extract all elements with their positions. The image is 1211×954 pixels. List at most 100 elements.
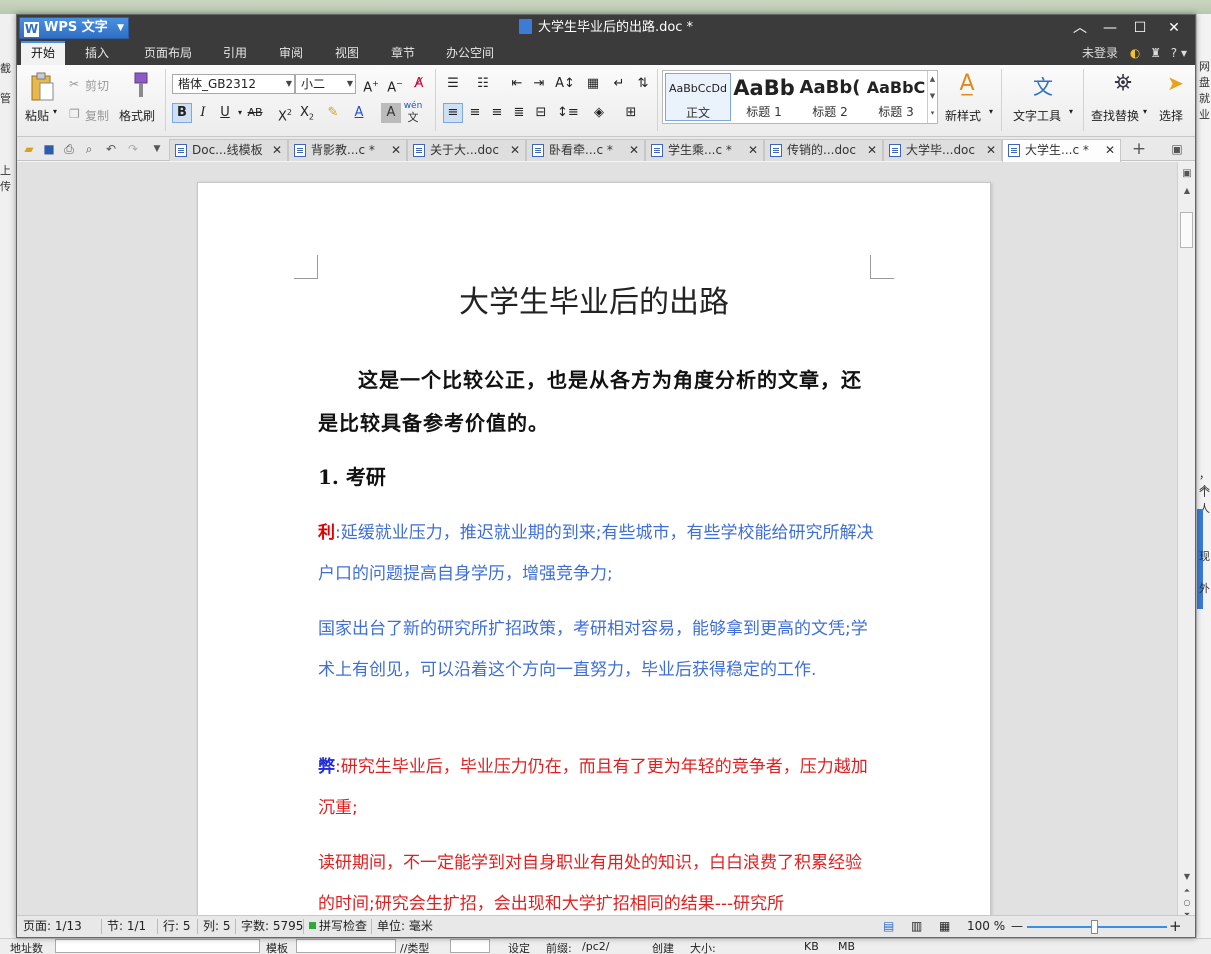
find-replace-button[interactable]: 查找替换 bbox=[1091, 107, 1139, 124]
login-link[interactable]: 未登录 bbox=[1082, 46, 1118, 60]
text-direction-icon[interactable]: A↕ bbox=[555, 74, 575, 94]
doc-tab-active[interactable]: 大学生...c * ✕ bbox=[1002, 139, 1121, 162]
menu-references[interactable]: 引用 bbox=[213, 41, 257, 65]
style-normal[interactable]: AaBbCcDd 正文 bbox=[665, 73, 731, 121]
new-tab-button[interactable]: + bbox=[1131, 141, 1147, 158]
menu-insert[interactable]: 插入 bbox=[75, 41, 119, 65]
format-painter-icon[interactable] bbox=[127, 71, 151, 101]
redo-icon[interactable]: ↷ bbox=[125, 141, 141, 157]
minimize-button[interactable]: — bbox=[1095, 15, 1125, 41]
align-right-button[interactable]: ≡ bbox=[487, 103, 507, 123]
menu-home[interactable]: 开始 bbox=[21, 41, 65, 65]
close-tab-icon[interactable]: ✕ bbox=[629, 140, 639, 160]
skin-icon[interactable]: ◐ bbox=[1130, 46, 1140, 60]
document-canvas[interactable]: 大学生毕业后的出路 这是一个比较公正，也是从各方为角度分析的文章，还是比较具备参… bbox=[17, 162, 1177, 915]
close-button[interactable]: ✕ bbox=[1159, 15, 1189, 41]
vertical-scrollbar[interactable]: ▣ ▲ ▼ ⏶ ○ ⏷ bbox=[1177, 162, 1195, 919]
doc-paragraph[interactable]: 利:延缓就业压力，推迟就业期的到来;有些城市，有些学校能给研究所解决户口的问题提… bbox=[318, 513, 874, 595]
close-tab-icon[interactable]: ✕ bbox=[391, 140, 401, 160]
paste-icon[interactable] bbox=[29, 71, 55, 103]
doc-tab[interactable]: Doc...线模板 ✕ bbox=[169, 139, 288, 161]
close-tab-icon[interactable]: ✕ bbox=[986, 140, 996, 160]
chevron-down-icon[interactable]: ▼ bbox=[149, 141, 165, 157]
style-heading-1[interactable]: AaBb 标题 1 bbox=[731, 73, 797, 121]
doc-tab[interactable]: 关于大...doc ✕ bbox=[407, 139, 526, 161]
maximize-button[interactable]: ☐ bbox=[1125, 15, 1155, 41]
zoom-level[interactable]: 100 % bbox=[967, 916, 1005, 937]
help-icon[interactable]: ? ▾ bbox=[1171, 46, 1187, 60]
close-tab-icon[interactable]: ✕ bbox=[1105, 140, 1115, 160]
split-view-icon[interactable]: ▣ bbox=[1181, 168, 1193, 179]
border-icon[interactable]: ⊞ bbox=[621, 103, 641, 123]
shirt-icon[interactable]: ♜ bbox=[1150, 46, 1161, 60]
align-center-button[interactable]: ≡ bbox=[465, 103, 485, 123]
font-name-select[interactable]: 楷体_GB2312 ▼ bbox=[172, 74, 295, 94]
document-page[interactable]: 大学生毕业后的出路 这是一个比较公正，也是从各方为角度分析的文章，还是比较具备参… bbox=[197, 182, 991, 915]
format-painter-button[interactable]: 格式刷 bbox=[119, 107, 155, 124]
doc-tab[interactable]: 卧看牵...c * ✕ bbox=[526, 139, 645, 161]
open-folder-icon[interactable]: ▰ bbox=[21, 141, 37, 157]
tab-list-icon[interactable]: ▣ bbox=[1169, 141, 1185, 157]
browse-object-icon[interactable]: ○ bbox=[1181, 898, 1193, 907]
ruby-text-icon[interactable]: wén 文 bbox=[403, 101, 423, 123]
sort-icon[interactable]: ⇅ bbox=[633, 74, 653, 94]
doc-heading[interactable]: 大学生毕业后的出路 bbox=[318, 277, 870, 321]
text-tools-icon[interactable]: 文 bbox=[1029, 71, 1057, 99]
menu-page-layout[interactable]: 页面布局 bbox=[135, 41, 201, 65]
shading-fill-icon[interactable]: ◈ bbox=[589, 103, 609, 123]
doc-paragraph[interactable]: 弊:研究生毕业后，毕业压力仍在，而且有了更为年轻的竞争者，压力越加沉重; bbox=[318, 747, 874, 829]
zoom-slider-thumb[interactable] bbox=[1091, 920, 1098, 934]
line-spacing-icon[interactable]: ↕≡ bbox=[557, 103, 579, 123]
justify-button[interactable]: ≣ bbox=[509, 103, 529, 123]
doc-tab[interactable]: 传销的...doc ✕ bbox=[764, 139, 883, 161]
doc-intro-paragraph[interactable]: 这是一个比较公正，也是从各方为角度分析的文章，还是比较具备参考价值的。 bbox=[318, 359, 874, 445]
close-tab-icon[interactable]: ✕ bbox=[272, 140, 282, 160]
table-icon[interactable]: ▦ bbox=[583, 74, 603, 94]
copy-icon[interactable]: ❐ bbox=[69, 107, 80, 121]
char-shading-icon[interactable]: A bbox=[381, 103, 401, 123]
prev-page-icon[interactable]: ⏶ bbox=[1181, 886, 1193, 896]
collapse-ribbon-button[interactable]: ︿ bbox=[1065, 15, 1095, 41]
cut-button[interactable]: 剪切 bbox=[85, 77, 109, 94]
subscript-button[interactable]: X2 bbox=[297, 103, 317, 123]
menu-office-space[interactable]: 办公空间 bbox=[437, 41, 503, 65]
highlight-icon[interactable]: ✎ bbox=[323, 103, 343, 123]
copy-button[interactable]: 复制 bbox=[85, 107, 109, 124]
doc-tab[interactable]: 学生乘...c * ✕ bbox=[645, 139, 764, 161]
distributed-align-button[interactable]: ⊟ bbox=[531, 103, 551, 123]
doc-paragraph[interactable]: 读研期间，不一定能学到对自身职业有用处的知识，白白浪费了积累经验的时间;研究会生… bbox=[318, 843, 874, 915]
chevron-down-icon[interactable]: ▾ bbox=[989, 107, 993, 116]
close-tab-icon[interactable]: ✕ bbox=[867, 140, 877, 160]
chevron-down-icon[interactable]: ▾ bbox=[53, 107, 57, 116]
select-button[interactable]: 选择 bbox=[1159, 107, 1183, 124]
outline-view-icon[interactable]: ▥ bbox=[911, 916, 922, 937]
close-tab-icon[interactable]: ✕ bbox=[510, 140, 520, 160]
italic-button[interactable]: I bbox=[193, 103, 213, 123]
align-left-button[interactable]: ≡ bbox=[443, 103, 463, 123]
binoculars-icon[interactable]: ⛯ bbox=[1109, 71, 1137, 99]
scroll-thumb[interactable] bbox=[1180, 212, 1193, 248]
zoom-in-button[interactable]: + bbox=[1169, 916, 1182, 937]
status-unit[interactable]: 单位: 毫米 bbox=[377, 916, 433, 937]
new-style-icon[interactable]: A̲ bbox=[953, 71, 981, 99]
shrink-font-button[interactable]: A− bbox=[385, 74, 405, 95]
scroll-down-arrow[interactable]: ▼ bbox=[1181, 872, 1193, 881]
doc-paragraph[interactable]: 国家出台了新的研究所扩招政策，考研相对容易，能够拿到更高的文凭;学术上有创见，可… bbox=[318, 609, 874, 691]
strikethrough-button[interactable]: AB bbox=[243, 103, 267, 123]
doc-tab[interactable]: 大学毕...doc ✕ bbox=[883, 139, 1002, 161]
zoom-out-button[interactable]: — bbox=[1011, 916, 1023, 937]
page-view-icon[interactable]: ▤ bbox=[883, 916, 894, 937]
menu-review[interactable]: 审阅 bbox=[269, 41, 313, 65]
numbered-list-icon[interactable]: ☷ bbox=[473, 74, 493, 94]
paste-button[interactable]: 粘贴 bbox=[25, 107, 49, 124]
status-page[interactable]: 页面: 1/13 bbox=[23, 916, 82, 937]
print-preview-icon[interactable]: ⌕ bbox=[81, 141, 97, 157]
chevron-down-icon[interactable]: ▾ bbox=[1069, 107, 1073, 116]
decrease-indent-icon[interactable]: ⇤ bbox=[507, 74, 527, 94]
scroll-up-arrow[interactable]: ▲ bbox=[1181, 186, 1193, 195]
grow-font-button[interactable]: A+ bbox=[361, 74, 381, 95]
status-word-count[interactable]: 字数: 5795 bbox=[241, 916, 303, 937]
new-style-button[interactable]: 新样式 bbox=[945, 107, 981, 124]
select-cursor-icon[interactable]: ➤ bbox=[1167, 71, 1185, 99]
menu-view[interactable]: 视图 bbox=[325, 41, 369, 65]
